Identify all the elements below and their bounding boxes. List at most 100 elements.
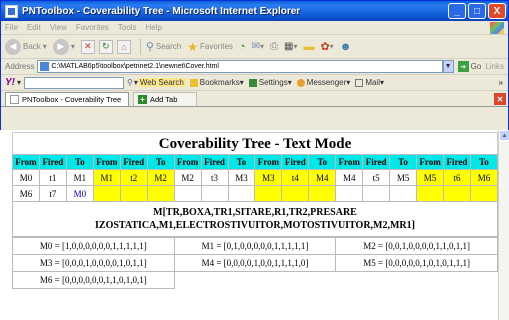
header-cell: From (173, 154, 202, 170)
header-cell: Fired (38, 154, 67, 170)
empty-cell (389, 185, 418, 202)
markings-table: M0 = [1,0,0,0,0,0,0,1,1,1,1,1] M1 = [0,1… (12, 237, 498, 289)
search-icon: ⚲ (145, 41, 154, 53)
menu-file[interactable]: File (5, 23, 18, 32)
header-cell: From (254, 154, 283, 170)
yahoo-toolbar: Y! ▾ ⚲ ▾ Web Search Bookmarks ▾ Settings… (1, 75, 508, 91)
messenger-link-dropdown-icon: ▾ (346, 78, 351, 87)
messenger-smiley-icon (296, 78, 305, 87)
bookmarks-button[interactable]: Bookmarks ▾ (189, 78, 244, 87)
people-icon: ☻ (339, 40, 352, 53)
marking-cell: M5 = [0,0,0,0,0,1,0,1,0,1,1,1] (335, 254, 498, 272)
messenger-dropdown-icon: ▾ (329, 42, 334, 51)
yahoo-logo[interactable]: Y! (5, 77, 15, 88)
table-cell: M0 (65, 185, 94, 202)
windows-logo-icon (490, 21, 504, 34)
tab-coverability-tree[interactable]: PNToolbox - Coverability Tree (5, 92, 129, 106)
close-tab-button[interactable]: ✕ (494, 93, 506, 105)
table-cell: M3 (227, 169, 256, 186)
go-label: Go (470, 62, 482, 71)
marking-cell: M3 = [0,0,0,1,0,0,0,0,1,0,1,1] (12, 254, 175, 272)
mail-button[interactable]: ✉ ▾ (252, 41, 264, 52)
minimize-button[interactable]: _ (448, 3, 466, 19)
web-search-button[interactable]: ⚲ ▾ Web Search (127, 78, 186, 87)
table-cell: M4 (308, 169, 337, 186)
links-button[interactable]: Links (485, 62, 504, 71)
print-button[interactable]: ⎙ (270, 41, 278, 52)
standard-toolbar: ◀ Back ▾ ▶ ▾ ✕ ↻ ⌂ ⚲ Search ★ Favorites … (1, 35, 508, 59)
menu-help[interactable]: Help (145, 23, 161, 32)
edit-button[interactable]: ▦ ▾ (284, 41, 297, 52)
table-cell: M4 (335, 169, 364, 186)
forward-button[interactable]: ▶ ▾ (52, 38, 75, 55)
messenger-link[interactable]: Messenger ▾ (296, 78, 351, 87)
close-button[interactable]: X (488, 3, 506, 19)
tab-bar: PNToolbox - Coverability Tree + Add Tab … (1, 91, 508, 107)
settings-label: Settings (258, 78, 288, 87)
table-cell: M3 (254, 169, 283, 186)
edit-dropdown-icon: ▾ (293, 42, 298, 51)
stop-button[interactable]: ✕ (80, 39, 95, 54)
bookmarks-label: Bookmarks (199, 78, 240, 87)
table-row: M0 = [1,0,0,0,0,0,0,1,1,1,1,1] M1 = [0,1… (12, 237, 498, 255)
yahoo-search-input[interactable] (24, 76, 125, 89)
empty-cell (227, 185, 256, 202)
empty-cell (146, 185, 175, 202)
table-cell: M1 (92, 169, 121, 186)
header-cell: Fired (443, 154, 471, 170)
header-cell: To (308, 154, 337, 170)
favorites-button[interactable]: ★ Favorites (187, 40, 233, 54)
menu-favorites[interactable]: Favorites (76, 23, 109, 32)
menu-edit[interactable]: Edit (27, 23, 41, 32)
add-tab-button[interactable]: + Add Tab (133, 92, 197, 106)
empty-cell (173, 185, 202, 202)
refresh-button[interactable]: ↻ (98, 39, 113, 54)
empty-cell (443, 185, 471, 202)
settings-dropdown-icon: ▾ (287, 78, 292, 87)
home-button[interactable]: ⌂ (116, 39, 131, 54)
back-button[interactable]: ◀ Back ▾ (5, 38, 47, 55)
empty-cell (469, 185, 498, 202)
messenger-button[interactable]: ✿ ▾ (320, 40, 333, 53)
empty-cell (281, 185, 310, 202)
yahoo-mail-button[interactable]: Mail ▾ (355, 78, 384, 87)
toolbar-separator (139, 38, 141, 55)
address-dropdown-button[interactable]: ▼ (442, 60, 454, 73)
yahoo-dropdown-icon[interactable]: ▾ (17, 78, 21, 87)
menu-bar: File Edit View Favorites Tools Help (1, 21, 508, 35)
stop-icon: ✕ (84, 41, 92, 51)
maximize-button[interactable]: □ (468, 3, 486, 19)
address-bar: Address C:\MATLAB6p5\toolbox\petrinet2.1… (1, 59, 508, 75)
edit-icon: ▦ (283, 41, 294, 52)
magnifier-icon: ⚲ (127, 78, 133, 87)
messenger-icon: ✿ (320, 41, 330, 53)
tab-label: PNToolbox - Coverability Tree (22, 95, 122, 104)
table-cell: t7 (38, 185, 67, 202)
transition-table: From Fired To From Fired To From Fired T… (12, 154, 498, 202)
vertical-scrollbar[interactable]: ▲ (498, 130, 509, 320)
search-button[interactable]: ⚲ Search (146, 40, 181, 53)
people-button[interactable]: ☻ (340, 41, 352, 53)
back-label: Back (23, 42, 41, 51)
address-label: Address (5, 62, 35, 71)
scroll-up-arrow-icon[interactable]: ▲ (499, 130, 509, 141)
go-button[interactable]: ➔ Go (457, 61, 482, 72)
header-cell: From (12, 154, 40, 170)
empty-cell (416, 185, 444, 202)
place-order-notation: M[TR,BOXA,TR1,SITARE,R1,TR2,PRESARE IZOS… (12, 202, 498, 237)
address-input[interactable]: C:\MATLAB6p5\toolbox\petrinet2.1\newnet\… (37, 60, 443, 73)
back-arrow-icon: ◀ (5, 38, 21, 55)
menu-view[interactable]: View (50, 23, 67, 32)
header-cell: To (227, 154, 256, 170)
toolbar-overflow-icon[interactable]: » (499, 78, 503, 87)
add-tab-label: Add Tab (150, 95, 178, 104)
forward-arrow-icon: ▶ (52, 38, 69, 55)
table-cell: M5 (416, 169, 444, 186)
envelope-icon (355, 78, 364, 87)
history-button[interactable]: ◔ (239, 41, 246, 53)
settings-button[interactable]: Settings ▾ (248, 78, 292, 87)
discuss-button[interactable]: ▬ (303, 41, 314, 53)
menu-tools[interactable]: Tools (118, 23, 137, 32)
messenger-label: Messenger (306, 78, 347, 87)
table-cell: t6 (443, 169, 471, 186)
